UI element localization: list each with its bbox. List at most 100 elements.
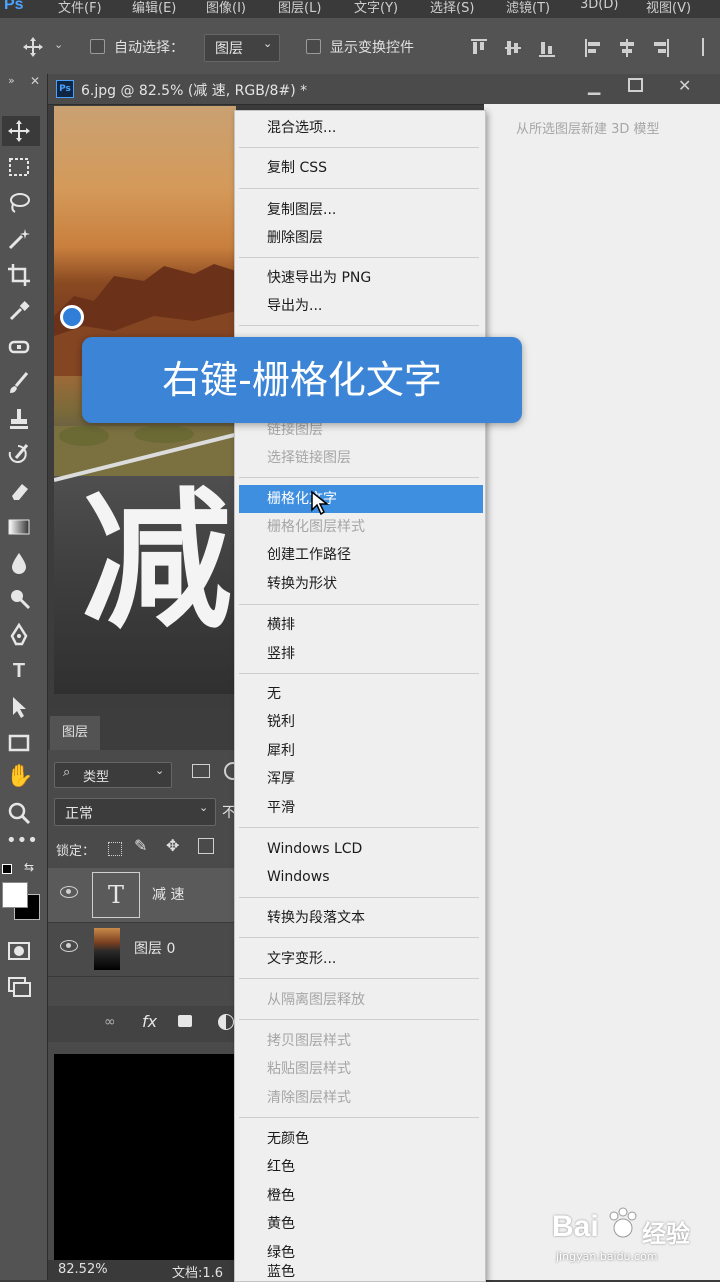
quick-mask-icon[interactable] (6, 938, 32, 964)
layer-row-image[interactable]: 图层 0 (48, 922, 238, 977)
close-icon[interactable]: ✕ (30, 74, 40, 88)
align-hcenter-icon[interactable] (618, 38, 636, 58)
lock-artboard-icon[interactable] (198, 838, 214, 854)
move-tool-icon[interactable] (22, 36, 44, 58)
visibility-eye-icon[interactable] (60, 886, 78, 898)
dodge-icon[interactable] (6, 586, 32, 612)
more-tools-icon[interactable]: ••• (6, 828, 38, 854)
menu-item-quick-export-png[interactable]: 快速导出为 PNG (239, 264, 483, 292)
magic-wand-icon[interactable] (6, 226, 32, 252)
menu-item-aa-crisp[interactable]: 犀利 (239, 737, 483, 765)
history-brush-icon[interactable] (6, 442, 32, 468)
menu-item-red[interactable]: 红色 (239, 1153, 483, 1181)
menu-image[interactable]: 图像(I) (206, 0, 246, 16)
menu-item-export-as[interactable]: 导出为... (239, 292, 483, 320)
move-icon[interactable] (6, 118, 32, 144)
chevron-down-icon[interactable]: ⌄ (54, 38, 63, 51)
gradient-icon[interactable] (6, 514, 32, 540)
link-layers-icon[interactable]: ∞ (104, 1014, 116, 1030)
layer-row-text[interactable]: T 减 速 (48, 868, 238, 923)
menu-filter[interactable]: 滤镜(T) (506, 0, 550, 16)
menu-item-warp-text[interactable]: 文字变形... (239, 945, 483, 973)
menu-item-windows-lcd[interactable]: Windows LCD (239, 835, 483, 863)
menu-item-aa-none[interactable]: 无 (239, 680, 483, 708)
menu-item-convert-to-paragraph[interactable]: 转换为段落文本 (239, 904, 483, 932)
document-tab[interactable]: Ps 6.jpg @ 82.5% (减 速, RGB/8#) * ▁ ✕ (48, 74, 720, 105)
hand-icon[interactable]: ✋ (6, 764, 33, 790)
zoom-level[interactable]: 82.52% (58, 1262, 108, 1277)
align-right-icon[interactable] (652, 38, 670, 58)
image-filter-icon[interactable] (192, 764, 210, 778)
blend-mode-dropdown[interactable]: 正常 ⌄ (54, 798, 216, 826)
minimize-icon[interactable]: ▁ (588, 76, 600, 95)
screen-mode-icon[interactable] (6, 974, 32, 1000)
menu-item-copy-css[interactable]: 复制 CSS (239, 154, 483, 182)
menu-layer[interactable]: 图层(L) (278, 0, 321, 16)
menu-item-aa-smooth[interactable]: 平滑 (239, 794, 483, 822)
menu-item-select-linked-layers[interactable]: 选择链接图层 (239, 444, 483, 472)
menu-item-horizontal[interactable]: 横排 (239, 611, 483, 639)
show-transform-checkbox[interactable] (306, 39, 321, 54)
auto-select-dropdown[interactable]: 图层 ⌄ (204, 34, 280, 62)
lock-position-icon[interactable]: ✥ (166, 836, 179, 855)
healing-brush-icon[interactable] (6, 334, 32, 360)
menu-item-convert-to-shape[interactable]: 转换为形状 (239, 570, 483, 598)
lasso-icon[interactable] (6, 190, 32, 216)
swap-colors-icon[interactable]: ⇆ (24, 860, 34, 874)
default-colors-icon[interactable] (2, 864, 12, 874)
menu-item-rasterize-layer-style[interactable]: 栅格化图层样式 (239, 513, 483, 541)
align-top-icon[interactable] (470, 38, 488, 58)
menu-edit[interactable]: 编辑(E) (132, 0, 176, 16)
menu-type[interactable]: 文字(Y) (354, 0, 398, 16)
auto-select-checkbox[interactable] (90, 39, 105, 54)
menu-item-blue[interactable]: 蓝色 (239, 1263, 483, 1281)
blur-icon[interactable] (6, 550, 32, 576)
menu-item-clear-layer-style[interactable]: 清除图层样式 (239, 1084, 483, 1112)
foreground-color[interactable] (2, 882, 28, 908)
collapse-icon[interactable]: » (8, 74, 15, 87)
close-icon[interactable]: ✕ (678, 76, 691, 95)
adjustment-layer-icon[interactable] (218, 1014, 234, 1030)
menu-item-windows[interactable]: Windows (239, 863, 483, 891)
zoom-icon[interactable] (6, 800, 32, 826)
menu-item-release-isolation[interactable]: 从隔离图层释放 (239, 986, 483, 1014)
menu-3d[interactable]: 3D(D) (580, 0, 618, 12)
align-left-icon[interactable] (584, 38, 602, 58)
menu-item-aa-sharp[interactable]: 锐利 (239, 708, 483, 736)
distribute-icon[interactable] (702, 38, 718, 56)
menu-item-duplicate-layer[interactable]: 复制图层... (239, 196, 483, 224)
menu-item-aa-strong[interactable]: 浑厚 (239, 765, 483, 793)
menu-item-delete-layer[interactable]: 删除图层 (239, 224, 483, 252)
menu-item-no-color[interactable]: 无颜色 (239, 1125, 483, 1153)
filter-type-dropdown[interactable]: ⌕ 类型 ⌄ (54, 762, 172, 788)
visibility-eye-icon[interactable] (60, 940, 78, 952)
menu-file[interactable]: 文件(F) (58, 0, 102, 16)
pen-icon[interactable] (6, 622, 32, 648)
path-select-icon[interactable] (6, 694, 32, 720)
maximize-icon[interactable] (628, 78, 643, 92)
align-vcenter-icon[interactable] (504, 38, 522, 58)
menu-item-paste-layer-style[interactable]: 粘贴图层样式 (239, 1055, 483, 1083)
menu-item-create-work-path[interactable]: 创建工作路径 (239, 541, 483, 569)
tab-layers[interactable]: 图层 (50, 716, 100, 750)
menu-item-rasterize-type[interactable]: 栅格化文字 (239, 485, 483, 513)
align-bottom-icon[interactable] (538, 38, 556, 58)
rectangle-icon[interactable] (6, 730, 32, 756)
menu-item-vertical[interactable]: 竖排 (239, 640, 483, 668)
eraser-icon[interactable] (6, 478, 32, 504)
type-icon[interactable]: T (6, 658, 32, 684)
menu-select[interactable]: 选择(S) (430, 0, 474, 16)
crop-icon[interactable] (6, 262, 32, 288)
stamp-icon[interactable] (6, 406, 32, 432)
fx-icon[interactable]: fx (142, 1012, 157, 1031)
menu-view[interactable]: 视图(V) (646, 0, 691, 16)
menu-item-orange[interactable]: 橙色 (239, 1182, 483, 1210)
lock-pixels-icon[interactable] (108, 842, 122, 856)
menu-item-copy-layer-style[interactable]: 拷贝图层样式 (239, 1027, 483, 1055)
add-mask-icon[interactable] (178, 1015, 192, 1027)
lock-paint-icon[interactable]: ✎ (134, 836, 147, 855)
eyedropper-icon[interactable] (6, 298, 32, 324)
menu-item-yellow[interactable]: 黄色 (239, 1210, 483, 1238)
marquee-icon[interactable] (6, 154, 32, 180)
menu-item-blending-options[interactable]: 混合选项... (239, 114, 483, 142)
